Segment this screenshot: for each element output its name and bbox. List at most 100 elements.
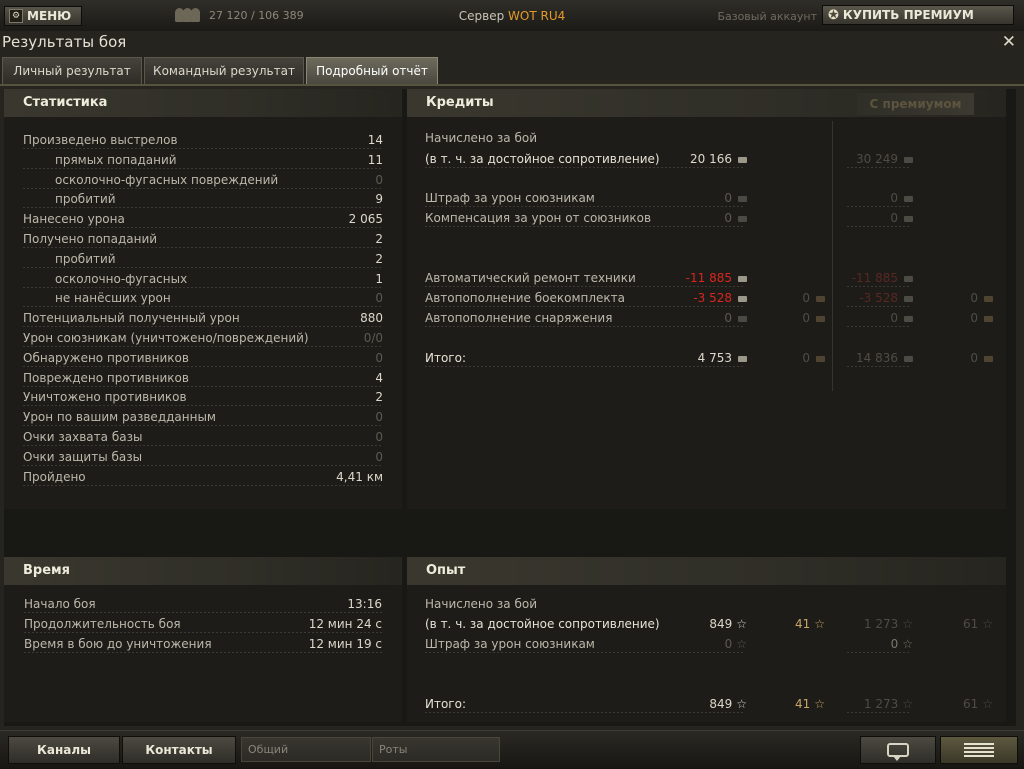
xp-total-value: 849 ☆ (709, 697, 747, 711)
credits-row-value: 0 (724, 309, 747, 327)
row-line (23, 425, 383, 427)
credits-row-label: Компенсация за урон от союзников (425, 211, 652, 225)
stat-row: пробитий 9 (23, 190, 383, 208)
xp-total-row: Итого: 849 ☆ 41 ☆ 1 273 ☆ 61 ☆ (425, 695, 993, 713)
xp-total-label: Итого: (425, 697, 466, 711)
gold-coin-icon (984, 355, 993, 362)
xp-earned-row: Начислено за бой (425, 595, 985, 613)
stat-row: осколочно-фугасных повреждений 0 (23, 171, 383, 189)
credits-earned-sub-row: (в т. ч. за достойное сопротивление) 20 … (425, 150, 985, 168)
credits-row-value: -11 885 (686, 269, 747, 287)
stat-label: пробитий (55, 192, 116, 207)
row-line (425, 306, 743, 307)
free-xp-total-value: 41 ☆ (794, 697, 825, 711)
chat-button[interactable] (860, 736, 936, 764)
credits-row-premium: -3 528 (859, 289, 913, 307)
row-line (23, 306, 383, 308)
credits-row-gold: 0 (802, 289, 825, 307)
tab-detailed-report[interactable]: Подробный отчёт (306, 57, 438, 84)
row-line (23, 464, 383, 466)
row-line (425, 366, 743, 367)
stat-row: Урон союзникам (уничтожено/повреждений) 0… (23, 329, 383, 347)
server-prefix: Сервер (458, 9, 505, 23)
credits-row: Компенсация за урон от союзников 0 0 (425, 209, 985, 227)
row-line (847, 226, 911, 227)
xp-earned-label: Начислено за бой (425, 597, 538, 611)
row-line (847, 206, 911, 207)
tab-team-result[interactable]: Командный результат (144, 57, 304, 84)
row-line (23, 326, 383, 328)
gold-coin-icon (816, 315, 825, 322)
credits-row-premium: 0 (890, 309, 913, 327)
credits-row-premium-gold: 0 (970, 289, 993, 307)
stat-value: 2 065 (348, 212, 383, 227)
stat-row: Очки захвата базы 0 (23, 428, 383, 446)
channels-button[interactable]: Каналы (8, 736, 120, 764)
row-line (847, 306, 911, 307)
stat-value: 0 (375, 172, 383, 187)
report-content: Статистика Произведено выстрелов 14 прямых… (4, 89, 1016, 726)
free-xp-star-icon: ☆ (814, 617, 825, 631)
credit-coin-icon (904, 315, 913, 322)
stat-label: Нанесено урона (23, 212, 125, 227)
row-line (425, 652, 743, 653)
xp-earned-sub-row: (в т. ч. за достойное сопротивление) 849… (425, 615, 993, 633)
row-line (24, 652, 382, 653)
gold-coin-icon (816, 295, 825, 302)
stat-label: пробитий (55, 251, 116, 266)
row-line (425, 326, 743, 327)
stat-value: 2 (375, 390, 383, 405)
row-line (23, 385, 383, 387)
stat-row: пробитий 2 (23, 250, 383, 268)
credits-row-label: Штраф за урон союзникам (425, 191, 595, 205)
xp-penalty-value: 0 ☆ (724, 637, 747, 651)
credits-total-premium-gold: 0 (970, 349, 993, 367)
credit-coin-icon (904, 215, 913, 222)
stat-value: 4,41 км (336, 469, 383, 484)
credit-coin-icon (738, 156, 747, 163)
credits-total-value: 4 753 (698, 349, 747, 367)
row-line (23, 207, 383, 209)
xp-penalty-row: Штраф за урон союзникам 0 ☆ 0 ☆ (425, 635, 985, 653)
row-line (23, 187, 383, 189)
tabs: Личный результат Командный результат Под… (0, 57, 1024, 85)
credits-row-premium: -11 885 (852, 269, 913, 287)
xp-earned-sub-label: (в т. ч. за достойное сопротивление) (425, 617, 660, 631)
time-value: 13:16 (347, 597, 382, 611)
row-line (23, 365, 383, 367)
credit-coin-icon (738, 275, 747, 282)
experience-title: Опыт (407, 557, 1006, 585)
row-line (23, 346, 383, 347)
contacts-button[interactable]: Контакты (122, 736, 236, 764)
channel-general[interactable]: Общий (241, 737, 371, 762)
stat-value: 0 (375, 350, 383, 365)
credits-row-value: 0 (724, 189, 747, 207)
free-xp-earned-premium-value: 61 ☆ (962, 617, 993, 631)
notifications-button[interactable] (940, 736, 1018, 764)
row-line (24, 632, 382, 633)
gold-coin-icon (816, 355, 825, 362)
xp-earned-premium-value: 1 273 ☆ (863, 617, 913, 631)
row-line (23, 227, 383, 229)
stat-row: прямых попаданий 11 (23, 151, 383, 169)
stat-value: 11 (367, 152, 383, 167)
row-line (847, 652, 911, 653)
time-label: Начало боя (24, 597, 96, 611)
battle-results-window: Результаты боя ✕ Личный результат Команд… (0, 31, 1024, 730)
stat-label: осколочно-фугасных повреждений (55, 172, 279, 187)
stat-label: Очки захвата базы (23, 430, 143, 444)
gold-coin-icon (984, 295, 993, 302)
stat-label: Очки защиты базы (23, 449, 143, 464)
tab-personal-result[interactable]: Личный результат (2, 57, 142, 84)
stat-label: не нанёсших урон (55, 291, 171, 306)
server-name[interactable]: WOT RU4 (508, 9, 565, 23)
credits-total-row: Итого: 4 753 0 14 836 0 (425, 349, 993, 367)
channel-companies[interactable]: Роты (372, 737, 500, 762)
buy-premium-button[interactable]: ✪ КУПИТЬ ПРЕМИУМ (822, 5, 1014, 25)
chat-bubble-icon (887, 743, 909, 761)
close-icon[interactable]: ✕ (1002, 32, 1016, 52)
xp-star-icon: ☆ (902, 617, 913, 631)
credits-total-label: Итого: (425, 351, 466, 365)
experience-panel: Опыт Начислено за бой (в т. ч. за достой… (407, 557, 1006, 722)
stat-label: Урон по вашим разведданным (23, 410, 216, 425)
